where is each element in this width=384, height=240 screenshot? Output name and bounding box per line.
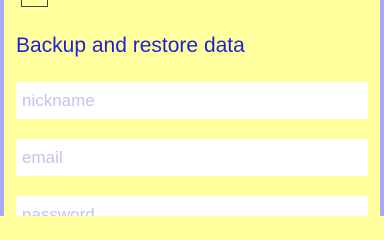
nickname-input[interactable] xyxy=(22,90,362,111)
checkbox-icon[interactable] xyxy=(21,0,48,7)
email-input[interactable] xyxy=(22,147,362,168)
backup-restore-screen: Backup and restore data xyxy=(0,0,384,216)
left-edge xyxy=(0,0,4,216)
nickname-field[interactable] xyxy=(16,82,368,119)
email-field[interactable] xyxy=(16,139,368,176)
password-field[interactable] xyxy=(16,196,368,216)
page-title: Backup and restore data xyxy=(16,34,245,57)
right-edge xyxy=(380,0,384,216)
password-input[interactable] xyxy=(22,204,362,216)
